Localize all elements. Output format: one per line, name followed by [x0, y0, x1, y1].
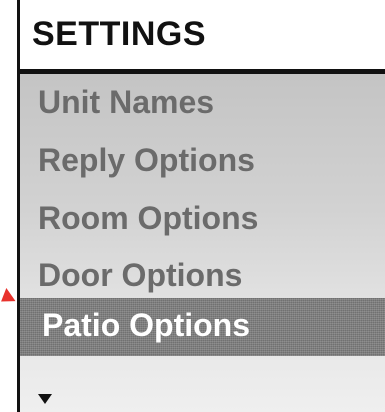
- triangle-down-icon[interactable]: [38, 394, 52, 404]
- header: SETTINGS: [20, 0, 385, 74]
- menu-item-label: Reply Options: [38, 142, 255, 178]
- settings-panel: SETTINGS Unit Names Reply Options Room O…: [17, 0, 385, 412]
- menu-item-reply-options[interactable]: Reply Options: [20, 136, 385, 192]
- menu-item-label: Unit Names: [38, 84, 215, 120]
- settings-menu: Unit Names Reply Options Room Options Do…: [20, 74, 385, 412]
- menu-item-room-options[interactable]: Room Options: [20, 194, 385, 250]
- menu-item-unit-names[interactable]: Unit Names: [20, 78, 385, 134]
- settings-screen: SETTINGS Unit Names Reply Options Room O…: [0, 0, 385, 412]
- menu-item-label: Patio Options: [42, 307, 250, 343]
- page-title: SETTINGS: [32, 15, 207, 53]
- menu-item-patio-options[interactable]: Patio Options: [20, 298, 385, 356]
- menu-item-label: Room Options: [38, 200, 259, 236]
- selection-pointer-icon: [0, 288, 16, 308]
- menu-item-label: Door Options: [38, 257, 243, 293]
